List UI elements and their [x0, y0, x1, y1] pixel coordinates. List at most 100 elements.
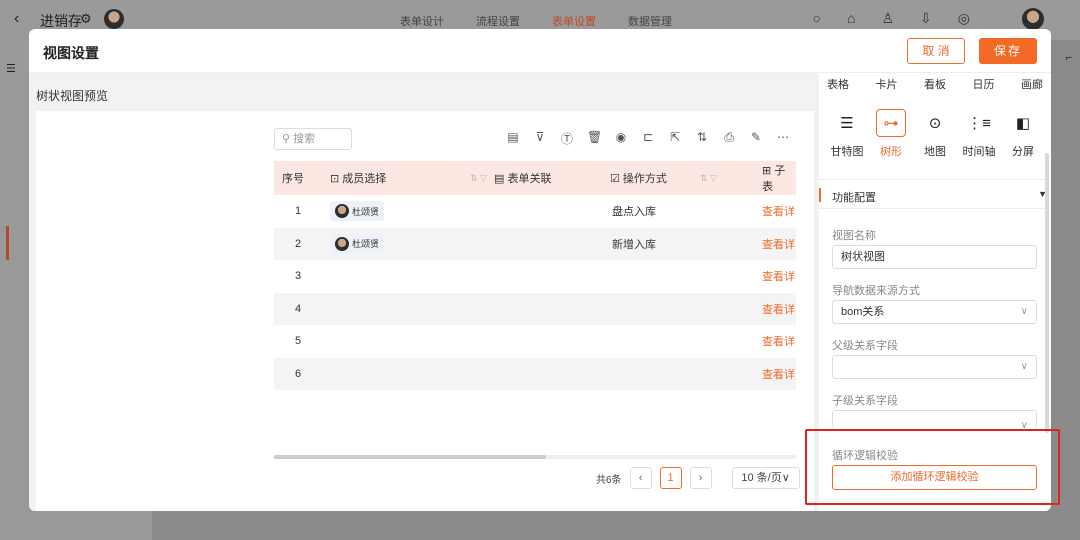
search-placeholder: 搜索 [293, 133, 316, 145]
highlight-box [805, 429, 1060, 505]
view-type-timeline[interactable]: ⋮≡ 时间轴 [959, 109, 999, 159]
edit-icon[interactable]: ✎ [749, 130, 763, 147]
shirt-icon[interactable]: ♙ [881, 10, 894, 27]
view-type-gallery[interactable]: 画廊 [1021, 76, 1043, 92]
table-row[interactable]: 4 查看详 [274, 292, 796, 325]
member-tag: 杜颂贤 [330, 201, 385, 222]
chevron-down-icon: ∨ [1020, 306, 1028, 317]
view-type-split[interactable]: ◧ 分屏 [1003, 109, 1043, 159]
row-index: 2 [294, 237, 302, 250]
user-avatar[interactable] [1022, 8, 1044, 30]
back-icon[interactable]: ‹ [14, 10, 19, 28]
search-input[interactable]: ⚲ 搜索 [274, 128, 352, 150]
more-icon[interactable]: ⋯ [776, 130, 790, 147]
data-table: 序号 ⊡ 成员选择 ⇅ ▽ ▤ 表单关联 ☑ 操作方式 ⇅ ▽ ⊞ 子表 1 杜… [274, 161, 796, 390]
eye-icon[interactable]: ◉ [614, 130, 628, 147]
header-index: 序号 [282, 173, 304, 185]
view-type-map[interactable]: ⊙ 地图 [915, 109, 955, 159]
table-toolbar: ▤ ⊽ Ⓣ 🗑 ◉ ⊏ ⇱ ⇅ ⎙ ✎ ⋯ [506, 130, 790, 147]
view-detail-link[interactable]: 查看详 [762, 301, 795, 317]
view-types-row2: ☰ 甘特图 ⊶ 树形 ⊙ 地图 ⋮≡ 时间轴 ◧ 分屏 [827, 109, 1043, 159]
text-icon[interactable]: Ⓣ [560, 130, 574, 147]
row-index: 1 [294, 205, 302, 218]
avatar [335, 204, 349, 219]
tab-form-design[interactable]: 表单设计 [400, 13, 444, 29]
view-detail-link[interactable]: 查看详 [762, 333, 795, 349]
total-count: 共6条 [596, 474, 622, 486]
modal-header: 视图设置 取 消 保存 [29, 29, 1051, 73]
view-detail-link[interactable]: 查看详 [762, 268, 795, 284]
tab-form-settings[interactable]: 表单设置 [552, 13, 596, 29]
import-icon[interactable]: ⊏ [641, 130, 655, 147]
timeline-icon: ⋮≡ [967, 115, 991, 132]
sort-filter-icon[interactable]: ⇅ ▽ [700, 173, 717, 184]
trash-icon[interactable]: 🗑 [587, 130, 602, 147]
pagination: 共6条 ‹ 1 › 10 条/页∨ [596, 467, 800, 489]
avatar[interactable] [104, 9, 124, 29]
settings-icon[interactable]: ◎ [958, 10, 970, 27]
app-title: 进销存 [40, 13, 82, 29]
row-index: 6 [294, 367, 302, 380]
tab-flow-settings[interactable]: 流程设置 [476, 13, 520, 29]
op-value: 新增入库 [612, 238, 656, 251]
header-member[interactable]: ⊡ 成员选择 [330, 170, 386, 186]
download-icon[interactable]: ⇩ [920, 10, 932, 27]
search-icon: ⚲ [282, 133, 291, 145]
view-type-label: 树形 [880, 146, 902, 158]
view-name-input[interactable]: 树状视图 [832, 245, 1037, 269]
filter-icon[interactable]: ⊽ [533, 130, 547, 147]
horizontal-scrollbar[interactable] [274, 455, 796, 459]
view-type-tree[interactable]: ⊶ 树形 [871, 109, 911, 159]
table-row[interactable]: 6 查看详 [274, 357, 796, 390]
table-row[interactable]: 3 查看详 [274, 260, 796, 293]
search-icon[interactable]: ○ [813, 10, 821, 27]
header-subtable[interactable]: ⊞ 子表 [762, 162, 796, 194]
table-header: 序号 ⊡ 成员选择 ⇅ ▽ ▤ 表单关联 ☑ 操作方式 ⇅ ▽ ⊞ 子表 [274, 161, 796, 195]
row-index: 4 [294, 302, 302, 315]
header-op-mode[interactable]: ☑ 操作方式 [610, 170, 667, 186]
table-row[interactable]: 2 杜颂贤 新增入库 查看详 [274, 227, 796, 260]
vertical-scrollbar[interactable] [1045, 153, 1049, 433]
child-field-select[interactable]: ∨ [832, 410, 1037, 431]
tab-data-management[interactable]: 数据管理 [628, 13, 672, 29]
next-page-button[interactable]: › [689, 467, 712, 489]
section-title: 功能配置 [832, 192, 876, 204]
scrollbar-thumb[interactable] [274, 455, 546, 459]
preview-label: 树状视图预览 [36, 89, 109, 103]
parent-field-select[interactable]: ∨ [832, 355, 1037, 379]
op-value: 盘点入库 [612, 206, 656, 219]
view-detail-link[interactable]: 查看详 [762, 236, 795, 252]
cancel-button[interactable]: 取 消 [907, 38, 965, 64]
sort-icon[interactable]: ⇅ [695, 130, 709, 147]
home-icon[interactable]: ⌂ [847, 10, 855, 27]
view-type-table[interactable]: 表格 [827, 76, 849, 92]
top-tabs: 表单设计 流程设置 表单设置 数据管理 [400, 13, 672, 29]
gear-icon[interactable]: ⚙ [80, 11, 92, 27]
nav-source-label: 导航数据来源方式 [832, 285, 920, 297]
member-tag: 杜颂贤 [330, 233, 385, 254]
print-icon[interactable]: ⎙ [722, 130, 736, 147]
table-row[interactable]: 1 杜颂贤 盘点入库 查看详 [274, 195, 796, 228]
view-type-calendar[interactable]: 日历 [973, 76, 995, 92]
save-button[interactable]: 保存 [979, 38, 1037, 64]
header-form-link[interactable]: ▤ 表单关联 [494, 170, 551, 186]
view-detail-link[interactable]: 查看详 [762, 203, 795, 219]
page-number[interactable]: 1 [659, 467, 682, 489]
page-size-select[interactable]: 10 条/页∨ [731, 467, 800, 489]
subtable-icon: ⊞ [762, 165, 775, 177]
chevron-down-icon: ∨ [1020, 361, 1028, 372]
sort-filter-icon[interactable]: ⇅ ▽ [470, 173, 487, 184]
table-row[interactable]: 5 查看详 [274, 325, 796, 358]
active-marker [6, 226, 9, 260]
prev-page-button[interactable]: ‹ [629, 467, 652, 489]
list-icon[interactable]: ▤ [506, 130, 520, 147]
export-icon[interactable]: ⇱ [668, 130, 682, 147]
view-type-kanban[interactable]: 看板 [924, 76, 946, 92]
row-index: 3 [294, 270, 302, 283]
view-type-card[interactable]: 卡片 [876, 76, 898, 92]
view-detail-link[interactable]: 查看详 [762, 366, 795, 382]
view-type-label: 地图 [924, 146, 946, 158]
function-config-section[interactable]: 功能配置 ▼ [819, 179, 1051, 209]
view-type-gantt[interactable]: ☰ 甘特图 [827, 109, 867, 159]
nav-source-select[interactable]: bom关系 ∨ [832, 300, 1037, 324]
